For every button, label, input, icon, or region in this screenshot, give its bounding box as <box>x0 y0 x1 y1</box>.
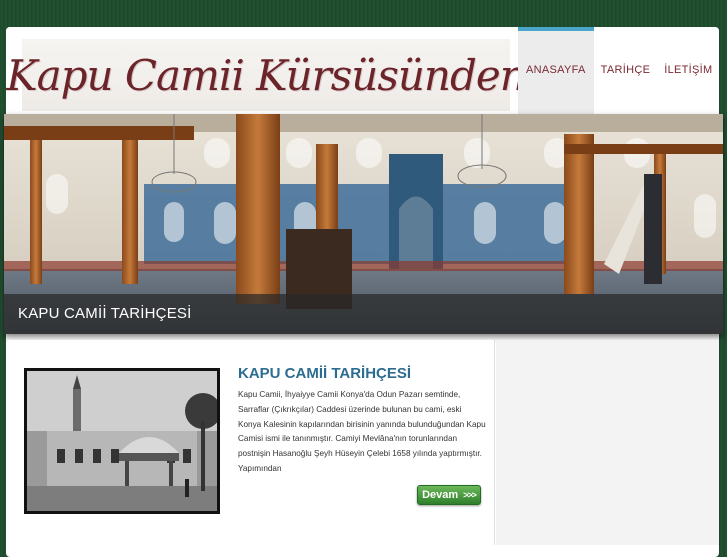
article-line: postnişin Hasanoğlu Şeyh Hüseyin Çelebi … <box>238 449 482 459</box>
article-line: Sarraflar (Çıkrıkçılar) Caddesi üzerinde… <box>238 404 462 414</box>
header: Kapu Camii Kürsüsünden ANASAYFA TARİHÇE … <box>6 27 720 117</box>
main-content: KAPU CAMİİ TARİHÇESİ Kapu Camii, İhyaiyy… <box>8 340 495 545</box>
sidebar <box>496 340 719 545</box>
article-line: Kapu Camii, İhyaiyye Camii Konya'da Odun… <box>238 390 461 399</box>
article-title: KAPU CAMİİ TARİHÇESİ <box>238 365 412 382</box>
article-line: Camisi ismi ile tanınmıştır. Camiyi Mevl… <box>238 434 458 444</box>
article-body: Kapu Camii, İhyaiyye Camii Konya'da Odun… <box>238 388 486 477</box>
nav-item-anasayfa[interactable]: ANASAYFA <box>518 27 594 117</box>
main-nav: ANASAYFA TARİHÇE İLETİŞİM <box>518 27 720 117</box>
hero-slider[interactable]: KAPU CAMİİ TARİHÇESİ <box>4 114 723 334</box>
slider-caption: KAPU CAMİİ TARİHÇESİ <box>4 294 723 334</box>
slider-caption-text: KAPU CAMİİ TARİHÇESİ <box>18 305 192 322</box>
nav-item-iletisim[interactable]: İLETİŞİM <box>657 27 719 113</box>
logo-text: Kapu Camii Kürsüsünden <box>6 50 527 100</box>
chevrons-right-icon: >>> <box>463 490 477 500</box>
nav-item-tarihce[interactable]: TARİHÇE <box>594 27 658 113</box>
historic-mosque-photo <box>27 371 221 511</box>
article-line: Yapımından <box>238 463 282 473</box>
site-logo[interactable]: Kapu Camii Kürsüsünden <box>6 39 527 111</box>
article-line: Konya Kalesinin kapılarından birisinin y… <box>238 419 486 429</box>
read-more-button[interactable]: Devam >>> <box>417 485 481 505</box>
read-more-label: Devam <box>422 489 459 501</box>
article-photo[interactable] <box>24 368 221 514</box>
